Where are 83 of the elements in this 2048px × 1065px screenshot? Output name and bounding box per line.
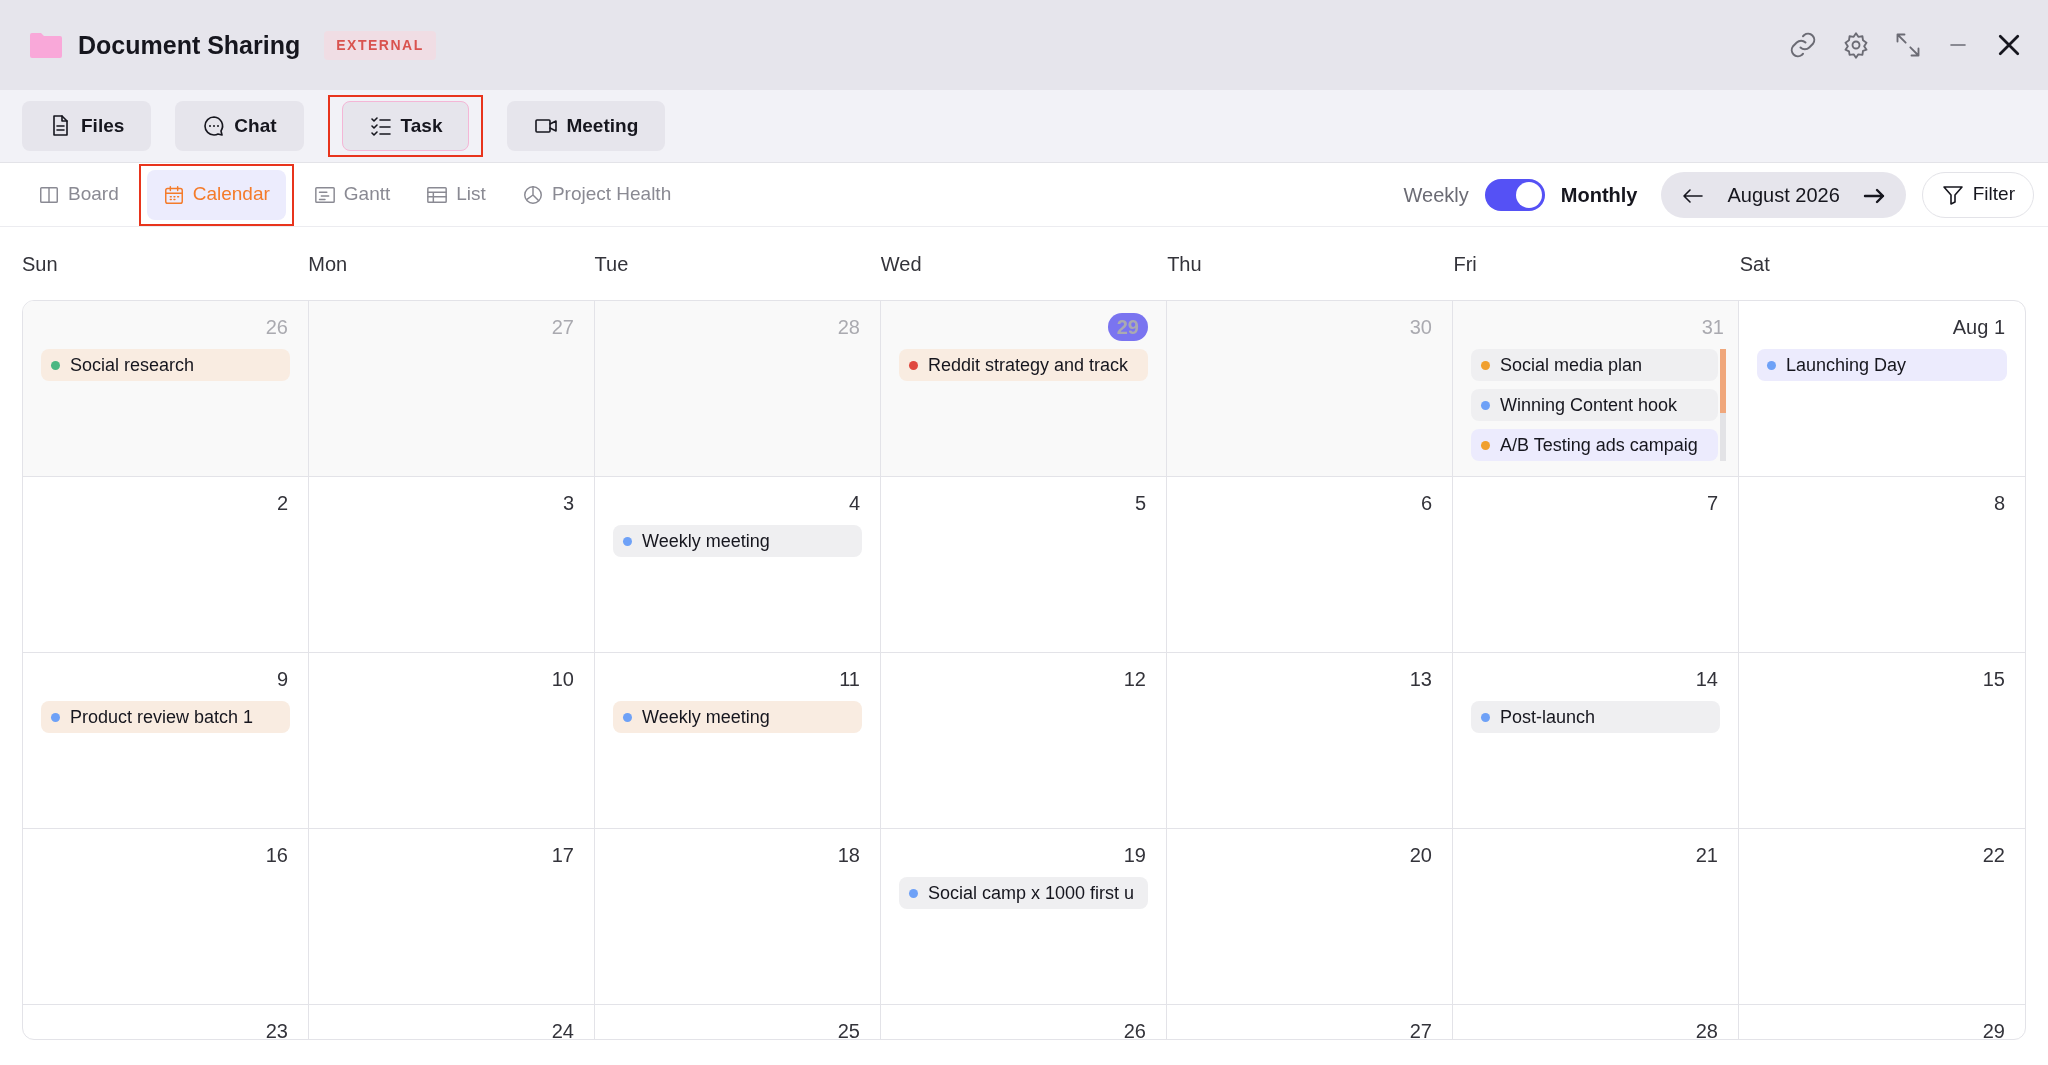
event-chip[interactable]: Launching Day bbox=[1757, 349, 2007, 381]
date-number: 6 bbox=[1419, 491, 1433, 516]
date-number: 4 bbox=[847, 491, 861, 516]
date-number: 26 bbox=[264, 315, 289, 340]
date-number: 5 bbox=[1133, 491, 1147, 516]
date-number: 23 bbox=[264, 1019, 289, 1039]
event-chip[interactable]: Post-launch bbox=[1471, 701, 1720, 733]
weekday-label: Thu bbox=[1167, 251, 1203, 277]
external-tag: EXTERNAL bbox=[324, 30, 436, 60]
date-number: 29 bbox=[1981, 1019, 2006, 1039]
event-chip[interactable]: Winning Content hook bbox=[1471, 389, 1718, 421]
date-number: 22 bbox=[1981, 843, 2006, 868]
date-number: 17 bbox=[550, 843, 575, 868]
date-number: 28 bbox=[1694, 1019, 1719, 1039]
date-number: 16 bbox=[264, 843, 289, 868]
weekday-label: Sun bbox=[22, 251, 59, 277]
date-number: 18 bbox=[836, 843, 861, 868]
date-number: 27 bbox=[550, 315, 575, 340]
date-number: 8 bbox=[1992, 491, 2006, 516]
date-number: 26 bbox=[1122, 1019, 1147, 1039]
link-icon[interactable] bbox=[1788, 30, 1818, 60]
filter-button[interactable]: Filter bbox=[1921, 171, 2034, 218]
pie-chart-icon bbox=[521, 183, 544, 206]
tab[interactable]: Meeting bbox=[507, 101, 666, 151]
event-chip[interactable]: Weekly meeting bbox=[613, 525, 862, 557]
event-title: Social camp x 1000 first u bbox=[928, 881, 1135, 905]
date-number: 11 bbox=[838, 667, 861, 692]
date-number: 27 bbox=[1408, 1019, 1433, 1039]
event-chip[interactable]: Social media plan bbox=[1471, 349, 1718, 381]
tab[interactable]: Files bbox=[22, 101, 152, 151]
event-title: Weekly meeting bbox=[642, 705, 770, 729]
date-number: 13 bbox=[1408, 667, 1433, 692]
monthly-label: Monthly bbox=[1560, 182, 1638, 208]
tab[interactable]: Task bbox=[341, 101, 470, 151]
event-chip[interactable]: A/B Testing ads campaig bbox=[1471, 429, 1718, 461]
date-number: 12 bbox=[1122, 667, 1147, 692]
date-number: 25 bbox=[836, 1019, 861, 1039]
event-chip[interactable]: Weekly meeting bbox=[613, 701, 862, 733]
event-chip[interactable]: Reddit strategy and track bbox=[899, 349, 1148, 381]
date-number: 24 bbox=[550, 1019, 575, 1039]
date-number: 2 bbox=[275, 491, 289, 516]
date-number: 10 bbox=[550, 667, 575, 692]
event-title: Product review batch 1 bbox=[70, 705, 254, 729]
date-number: 21 bbox=[1694, 843, 1719, 868]
settings-icon[interactable] bbox=[1842, 31, 1870, 59]
tab[interactable]: Chat bbox=[175, 101, 304, 151]
event-title: Post-launch bbox=[1500, 705, 1596, 729]
date-number: 20 bbox=[1408, 843, 1433, 868]
event-title: Winning Content hook bbox=[1500, 393, 1678, 417]
event-title: A/B Testing ads campaig bbox=[1500, 433, 1698, 457]
weekday-label: Mon bbox=[308, 251, 349, 277]
date-number: 30 bbox=[1408, 315, 1433, 340]
event-title: Weekly meeting bbox=[642, 529, 770, 553]
view-toggle[interactable] bbox=[1484, 178, 1545, 211]
date-number: Aug 1 bbox=[1951, 315, 2006, 340]
date-number: 28 bbox=[836, 315, 861, 340]
expand-icon[interactable] bbox=[1894, 31, 1922, 59]
date-number: 14 bbox=[1694, 667, 1719, 692]
date-number: 31 bbox=[1700, 315, 1725, 340]
weekday-label: Tue bbox=[594, 251, 630, 277]
folder-icon bbox=[30, 32, 62, 58]
date-number: 7 bbox=[1705, 491, 1719, 516]
date-number: 15 bbox=[1981, 667, 2006, 692]
event-title: Social research bbox=[70, 353, 195, 377]
event-chip[interactable]: Social camp x 1000 first u bbox=[899, 877, 1148, 909]
date-number: 19 bbox=[1122, 843, 1147, 868]
weekday-label: Fri bbox=[1453, 251, 1478, 277]
calendar-icon bbox=[162, 183, 185, 206]
date-number: 3 bbox=[561, 491, 575, 516]
scrollbar-thumb[interactable] bbox=[1720, 349, 1726, 413]
weekday-label: Sat bbox=[1739, 251, 1771, 277]
event-title: Launching Day bbox=[1786, 353, 1907, 377]
event-chip[interactable]: Product review batch 1 bbox=[41, 701, 290, 733]
month-label: August 2026 bbox=[1727, 182, 1840, 208]
window-title: Document Sharing bbox=[78, 30, 301, 60]
today-date-badge: 29 bbox=[1107, 313, 1148, 341]
event-chip[interactable]: Social research bbox=[41, 349, 290, 381]
weekly-label: Weekly bbox=[1403, 182, 1469, 208]
weekday-label: Wed bbox=[880, 251, 923, 277]
date-number: 9 bbox=[275, 667, 289, 692]
event-title: Social media plan bbox=[1500, 353, 1643, 377]
checklist-icon bbox=[368, 114, 393, 138]
event-title: Reddit strategy and track bbox=[928, 353, 1129, 377]
